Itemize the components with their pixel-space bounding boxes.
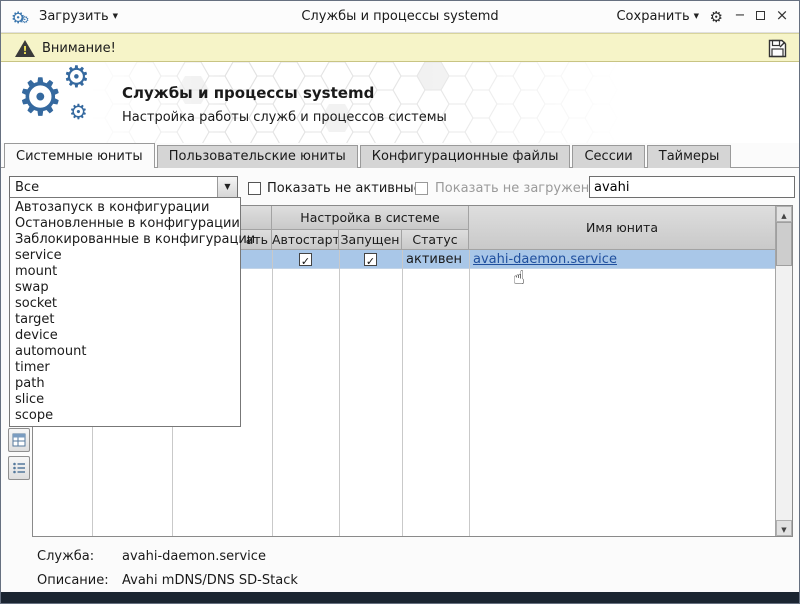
triangle-up-icon: ▲ bbox=[781, 212, 786, 220]
column-status[interactable]: Статус bbox=[402, 230, 469, 250]
search-input[interactable] bbox=[589, 176, 795, 198]
autostart-checkbox[interactable]: ✓ bbox=[299, 253, 312, 266]
tab-sessions[interactable]: Сессии bbox=[572, 145, 644, 168]
grid-line bbox=[402, 250, 403, 536]
warning-bar: ! Внимание! bbox=[1, 33, 799, 62]
tab-timers[interactable]: Таймеры bbox=[647, 145, 732, 168]
close-button[interactable]: × bbox=[773, 7, 791, 25]
dropdown-item[interactable]: Остановленные в конфигурации bbox=[10, 216, 240, 232]
dropdown-item[interactable]: scope bbox=[10, 408, 240, 424]
window-bottom-strip bbox=[1, 592, 799, 603]
unit-name-link[interactable]: avahi-daemon.service bbox=[473, 252, 617, 267]
dropdown-item[interactable]: swap bbox=[10, 280, 240, 296]
status-value: активен bbox=[406, 252, 462, 267]
column-autostart[interactable]: Автостарт bbox=[272, 230, 339, 250]
scroll-down-button[interactable]: ▼ bbox=[776, 520, 792, 536]
module-subtitle: Настройка работы служб и процессов систе… bbox=[122, 110, 447, 125]
description-label: Описание: bbox=[37, 573, 109, 588]
settings-gear-icon[interactable]: ⚙ bbox=[710, 8, 723, 26]
save-menu-button[interactable]: Сохранить ▼ bbox=[616, 9, 699, 24]
dropdown-item[interactable]: device bbox=[10, 328, 240, 344]
grid-line bbox=[272, 250, 273, 536]
scroll-up-button[interactable]: ▲ bbox=[776, 206, 792, 222]
dropdown-item[interactable]: service bbox=[10, 248, 240, 264]
svg-text:!: ! bbox=[22, 44, 27, 57]
tab-bar: Системные юниты Пользовательские юниты К… bbox=[4, 143, 733, 168]
dropdown-item[interactable]: automount bbox=[10, 344, 240, 360]
tab-user-units[interactable]: Пользовательские юниты bbox=[157, 145, 358, 168]
unit-type-value: Все bbox=[15, 180, 39, 195]
hexagon-fade-overlay bbox=[1, 62, 799, 143]
save-report-icon[interactable] bbox=[767, 38, 788, 59]
dropdown-item[interactable]: Автозапуск в конфигурации bbox=[10, 200, 240, 216]
dropdown-item[interactable]: timer bbox=[10, 360, 240, 376]
list-view-button[interactable] bbox=[8, 456, 30, 480]
save-menu-label: Сохранить bbox=[616, 9, 689, 24]
tab-config-files[interactable]: Конфигурационные файлы bbox=[360, 145, 571, 168]
dropdown-item[interactable]: target bbox=[10, 312, 240, 328]
vertical-scrollbar[interactable]: ▲ ▼ bbox=[775, 206, 792, 536]
service-value: avahi-daemon.service bbox=[122, 549, 266, 564]
module-header: ⚙ ⚙ ⚙ Службы и процессы systemd Настройк… bbox=[1, 62, 799, 143]
combobox-dropdown-button[interactable]: ▼ bbox=[217, 177, 237, 197]
checkmark-icon: ✓ bbox=[301, 255, 310, 268]
chevron-down-icon: ▼ bbox=[694, 12, 699, 20]
dropdown-item[interactable]: mount bbox=[10, 264, 240, 280]
description-value: Avahi mDNS/DNS SD-Stack bbox=[122, 573, 298, 588]
dropdown-item[interactable]: slice bbox=[10, 392, 240, 408]
table-grid-icon bbox=[12, 433, 26, 447]
unit-type-dropdown-list: Автозапуск в конфигурации Остановленные … bbox=[9, 197, 241, 427]
running-checkbox[interactable]: ✓ bbox=[364, 253, 377, 266]
gear-icon: ⚙ bbox=[69, 100, 88, 124]
module-title: Службы и процессы systemd bbox=[122, 84, 374, 102]
chevron-down-icon: ▼ bbox=[224, 182, 230, 191]
gear-icon: ⚙ bbox=[63, 62, 90, 95]
gear-icon: ⚙ bbox=[17, 68, 64, 128]
warning-triangle-icon: ! bbox=[14, 39, 36, 58]
column-running[interactable]: Запущен bbox=[339, 230, 402, 250]
triangle-down-icon: ▼ bbox=[781, 526, 786, 534]
checkmark-icon: ✓ bbox=[366, 255, 375, 268]
scrollbar-thumb[interactable] bbox=[776, 222, 792, 266]
service-label: Служба: bbox=[37, 549, 94, 564]
dropdown-item[interactable]: socket bbox=[10, 296, 240, 312]
grid-line bbox=[469, 250, 470, 536]
group-system-header: Настройка в системе bbox=[272, 206, 469, 230]
mouse-cursor-icon: ☝ bbox=[513, 267, 525, 289]
app-window: ⚙⚙ Загрузить▼ Службы и процессы systemd … bbox=[0, 0, 800, 604]
unit-type-combobox[interactable]: Все ▼ bbox=[9, 176, 238, 198]
maximize-icon bbox=[756, 11, 765, 20]
show-inactive-label: Показать не активные bbox=[267, 181, 422, 196]
table-view-button[interactable] bbox=[8, 428, 30, 452]
warning-message: Внимание! bbox=[42, 41, 116, 56]
minimize-button[interactable]: − bbox=[731, 7, 749, 25]
show-inactive-checkbox[interactable] bbox=[248, 182, 261, 195]
gears-logo: ⚙ ⚙ ⚙ bbox=[17, 64, 117, 142]
column-unit-name[interactable]: Имя юнита bbox=[469, 206, 775, 250]
maximize-button[interactable] bbox=[751, 7, 769, 25]
tab-system-units[interactable]: Системные юниты bbox=[4, 143, 155, 168]
title-bar: ⚙⚙ Загрузить▼ Службы и процессы systemd … bbox=[1, 1, 799, 33]
dropdown-item[interactable]: Заблокированные в конфигурации bbox=[10, 232, 240, 248]
show-unloaded-checkbox[interactable] bbox=[415, 182, 428, 195]
grid-line bbox=[339, 250, 340, 536]
bullet-list-icon bbox=[12, 461, 26, 475]
dropdown-item[interactable]: path bbox=[10, 376, 240, 392]
